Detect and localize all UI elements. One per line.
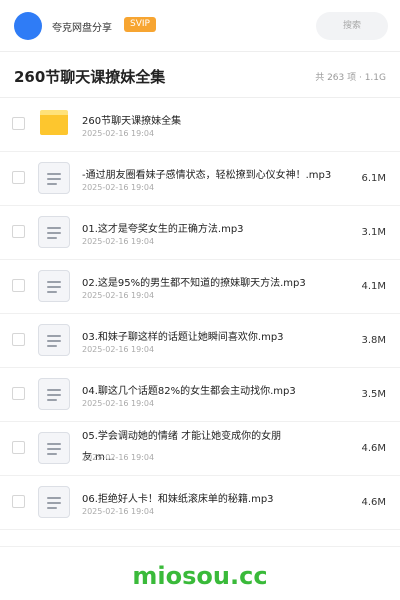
item-date: 2025-02-16 19:04 [82,453,155,462]
svip-badge: SVIP [124,17,156,32]
top-bar: 夸克网盘分享 SVIP [0,0,400,52]
item-name: 02.这是95%的男生都不知道的撩妹聊天方法.mp3 [82,278,306,289]
audio-file-icon [38,216,70,248]
item-name: 06.拒绝好人卡！和妹纸滚床单的秘籍.mp3 [82,494,274,505]
select-checkbox[interactable] [12,279,25,292]
item-date: 2025-02-16 19:04 [82,129,155,138]
audio-file-icon [38,378,70,410]
item-date: 2025-02-16 19:04 [82,291,155,300]
select-checkbox[interactable] [12,495,25,508]
item-name: 260节聊天课撩妹全集 [82,116,182,127]
item-date: 2025-02-16 19:04 [82,507,155,516]
item-size: 6.1M [361,173,386,184]
avatar[interactable] [14,12,42,40]
item-count-summary: 共 263 项 · 1.1G [315,73,386,83]
item-size: 3.1M [361,227,386,238]
audio-file-icon [38,324,70,356]
item-date: 2025-02-16 19:04 [82,345,155,354]
item-name: 04.聊这几个话题82%的女生都会主动找你.mp3 [82,386,296,397]
search-input[interactable] [316,12,388,40]
folder-icon [40,110,68,135]
select-checkbox[interactable] [12,441,25,454]
list-item-folder[interactable]: 260节聊天课撩妹全集 2025-02-16 19:04 [0,98,400,152]
select-checkbox[interactable] [12,171,25,184]
audio-file-icon [38,486,70,518]
list-item[interactable]: 02.这是95%的男生都不知道的撩妹聊天方法.mp3 2025-02-16 19… [0,260,400,314]
item-date: 2025-02-16 19:04 [82,183,155,192]
select-checkbox[interactable] [12,387,25,400]
list-item[interactable]: 05.学会调动她的情绪 才能让她变成你的女朋友.m… 2025-02-16 19… [0,422,400,476]
select-checkbox[interactable] [12,333,25,346]
page-title: 260节聊天课撩妹全集 [14,68,166,86]
select-checkbox[interactable] [12,225,25,238]
audio-file-icon [38,162,70,194]
select-checkbox[interactable] [12,117,25,130]
item-size: 4.6M [361,443,386,454]
username: 夸克网盘分享 [52,23,112,34]
site-watermark: miosou.cc [132,562,268,590]
folder-title-bar: 260节聊天课撩妹全集 共 263 项 · 1.1G [0,52,400,98]
item-name: 03.和妹子聊这样的话题让她瞬间喜欢你.mp3 [82,332,284,343]
list-item[interactable]: 01.这才是夸奖女生的正确方法.mp3 2025-02-16 19:04 3.1… [0,206,400,260]
list-item[interactable]: 03.和妹子聊这样的话题让她瞬间喜欢你.mp3 2025-02-16 19:04… [0,314,400,368]
item-date: 2025-02-16 19:04 [82,399,155,408]
item-size: 3.5M [361,389,386,400]
file-list: 260节聊天课撩妹全集 2025-02-16 19:04 -通过朋友圈看妹子感情… [0,98,400,530]
list-item[interactable]: 04.聊这几个话题82%的女生都会主动找你.mp3 2025-02-16 19:… [0,368,400,422]
audio-file-icon [38,270,70,302]
item-name: 01.这才是夸奖女生的正确方法.mp3 [82,224,244,235]
list-item[interactable]: -通过朋友圈看妹子感情状态，轻松撩到心仪女神！.mp3 2025-02-16 1… [0,152,400,206]
audio-file-icon [38,432,70,464]
item-size: 3.8M [361,335,386,346]
list-item[interactable]: 06.拒绝好人卡！和妹纸滚床单的秘籍.mp3 2025-02-16 19:04 … [0,476,400,530]
item-size: 4.1M [361,281,386,292]
footer-divider [0,546,400,547]
item-name: -通过朋友圈看妹子感情状态，轻松撩到心仪女神！.mp3 [82,170,332,181]
item-size: 4.6M [361,497,386,508]
item-date: 2025-02-16 19:04 [82,237,155,246]
